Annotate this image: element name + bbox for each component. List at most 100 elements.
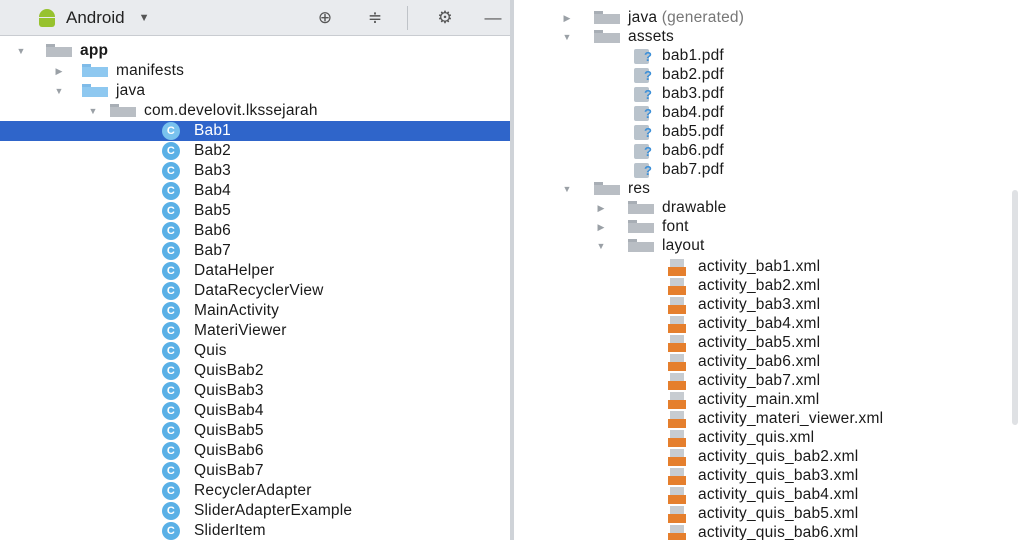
class-label: Bab6 [194, 222, 231, 239]
class-row[interactable]: C Bab2 [162, 141, 231, 161]
layout-file-row[interactable]: activity_quis_bab2.xml [664, 447, 858, 467]
class-icon: C [162, 422, 180, 440]
class-row[interactable]: C RecyclerAdapter [162, 481, 312, 501]
tree-label: manifests [116, 62, 185, 79]
layout-file-row[interactable]: activity_main.xml [664, 390, 819, 410]
tree-node-drawable[interactable]: ▶ drawable [594, 198, 727, 218]
class-icon: C [162, 362, 180, 380]
collapsed-arrow-icon[interactable]: ▶ [594, 222, 608, 233]
xml-layout-icon [664, 391, 690, 409]
layout-file-row[interactable]: activity_bab4.xml [664, 314, 820, 334]
tree-node-manifests[interactable]: ▶ manifests [52, 61, 184, 81]
collapse-all-icon[interactable]: ≑ [366, 9, 384, 27]
file-label: bab5.pdf [662, 123, 724, 140]
class-row[interactable]: C QuisBab6 [162, 441, 264, 461]
class-row[interactable]: C MateriViewer [162, 321, 287, 341]
class-row[interactable]: C QuisBab4 [162, 401, 264, 421]
gear-icon[interactable]: ⚙ [436, 9, 454, 27]
file-label: bab4.pdf [662, 104, 724, 121]
pdf-row[interactable]: bab1.pdf [634, 46, 724, 66]
pdf-file-icon [634, 142, 656, 160]
layout-file-row[interactable]: activity_bab1.xml [664, 257, 820, 277]
class-row[interactable]: C DataHelper [162, 261, 274, 281]
collapsed-arrow-icon[interactable]: ▶ [560, 13, 574, 24]
collapsed-arrow-icon[interactable]: ▶ [52, 66, 66, 77]
class-icon: C [162, 182, 180, 200]
class-row[interactable]: C SliderAdapterExample [162, 501, 352, 521]
collapsed-arrow-icon[interactable]: ▶ [594, 203, 608, 214]
pdf-row[interactable]: bab4.pdf [634, 103, 724, 123]
expand-arrow-icon[interactable]: ▼ [14, 46, 28, 56]
class-label: SliderItem [194, 522, 266, 539]
tree-node-assets[interactable]: ▼ assets [560, 27, 674, 47]
class-label: Bab2 [194, 142, 231, 159]
expand-arrow-icon[interactable]: ▼ [560, 32, 574, 42]
class-row[interactable]: C QuisBab7 [162, 461, 264, 481]
expand-arrow-icon[interactable]: ▼ [560, 184, 574, 194]
class-label: QuisBab5 [194, 422, 264, 439]
class-row[interactable]: C QuisBab2 [162, 361, 264, 381]
layout-file-row[interactable]: activity_bab6.xml [664, 352, 820, 372]
file-label: activity_bab7.xml [698, 372, 821, 389]
class-label: Bab5 [194, 202, 231, 219]
pdf-row[interactable]: bab2.pdf [634, 65, 724, 85]
class-row[interactable]: C MainActivity [162, 301, 279, 321]
layout-file-row[interactable]: activity_quis_bab3.xml [664, 466, 858, 486]
tree-node-layout[interactable]: ▼ layout [594, 236, 705, 256]
crosshair-icon[interactable]: ⊕ [316, 9, 334, 27]
class-row[interactable]: C Bab5 [162, 201, 231, 221]
project-view-dropdown[interactable]: Android ▼ [36, 8, 150, 28]
tree-label: java [628, 9, 658, 26]
hide-icon[interactable]: — [484, 9, 502, 27]
class-label: DataRecyclerView [194, 282, 324, 299]
layout-file-row[interactable]: activity_quis_bab5.xml [664, 504, 858, 524]
tree-label: java [116, 82, 146, 99]
dropdown-caret-icon: ▼ [138, 11, 150, 24]
layout-file-row[interactable]: activity_quis.xml [664, 428, 814, 448]
class-row[interactable]: C SliderItem [162, 521, 266, 540]
tree-label: res [628, 180, 651, 197]
pdf-file-icon [634, 66, 656, 84]
expand-arrow-icon[interactable]: ▼ [86, 106, 100, 116]
layout-file-row[interactable]: activity_quis_bab6.xml [664, 523, 858, 540]
layout-file-row[interactable]: activity_bab2.xml [664, 276, 820, 296]
pdf-row[interactable]: bab5.pdf [634, 122, 724, 142]
class-icon: C [162, 222, 180, 240]
class-row[interactable]: C Bab7 [162, 241, 231, 261]
pdf-row[interactable]: bab7.pdf [634, 160, 724, 180]
class-row[interactable]: C Bab4 [162, 181, 231, 201]
class-row[interactable]: C Bab3 [162, 161, 231, 181]
expand-arrow-icon[interactable]: ▼ [594, 241, 608, 251]
android-icon [36, 8, 58, 28]
class-row[interactable]: C QuisBab3 [162, 381, 264, 401]
tree-node-package[interactable]: ▼ com.develovit.lkssejarah [86, 101, 318, 121]
tree-node-java-generated[interactable]: ▶ java (generated) [560, 8, 744, 28]
class-label: SliderAdapterExample [194, 502, 353, 519]
class-row-bab1[interactable]: C Bab1 [0, 121, 510, 141]
layout-file-row[interactable]: activity_bab3.xml [664, 295, 820, 315]
class-row[interactable]: C QuisBab5 [162, 421, 264, 441]
vertical-scrollbar[interactable] [1012, 190, 1018, 425]
folder-icon [628, 220, 654, 234]
expand-arrow-icon[interactable]: ▼ [52, 86, 66, 96]
layout-file-row[interactable]: activity_materi_viewer.xml [664, 409, 883, 429]
pdf-row[interactable]: bab3.pdf [634, 84, 724, 104]
class-label: RecyclerAdapter [194, 482, 312, 499]
generated-suffix: (generated) [661, 9, 745, 26]
tree-node-font[interactable]: ▶ font [594, 217, 689, 237]
tree-label: font [662, 218, 689, 235]
layout-file-row[interactable]: activity_bab7.xml [664, 371, 820, 391]
class-row[interactable]: C Quis [162, 341, 227, 361]
xml-layout-icon [664, 486, 690, 504]
file-label: activity_quis_bab3.xml [698, 467, 859, 484]
tree-node-res[interactable]: ▼ res [560, 179, 650, 199]
pdf-row[interactable]: bab6.pdf [634, 141, 724, 161]
tree-node-java[interactable]: ▼ java [52, 81, 145, 101]
xml-layout-icon [664, 315, 690, 333]
tree-node-app[interactable]: ▼ app [14, 41, 108, 61]
layout-file-row[interactable]: activity_quis_bab4.xml [664, 485, 858, 505]
class-row[interactable]: C DataRecyclerView [162, 281, 324, 301]
class-row[interactable]: C Bab6 [162, 221, 231, 241]
layout-file-row[interactable]: activity_bab5.xml [664, 333, 820, 353]
pdf-file-icon [634, 104, 656, 122]
